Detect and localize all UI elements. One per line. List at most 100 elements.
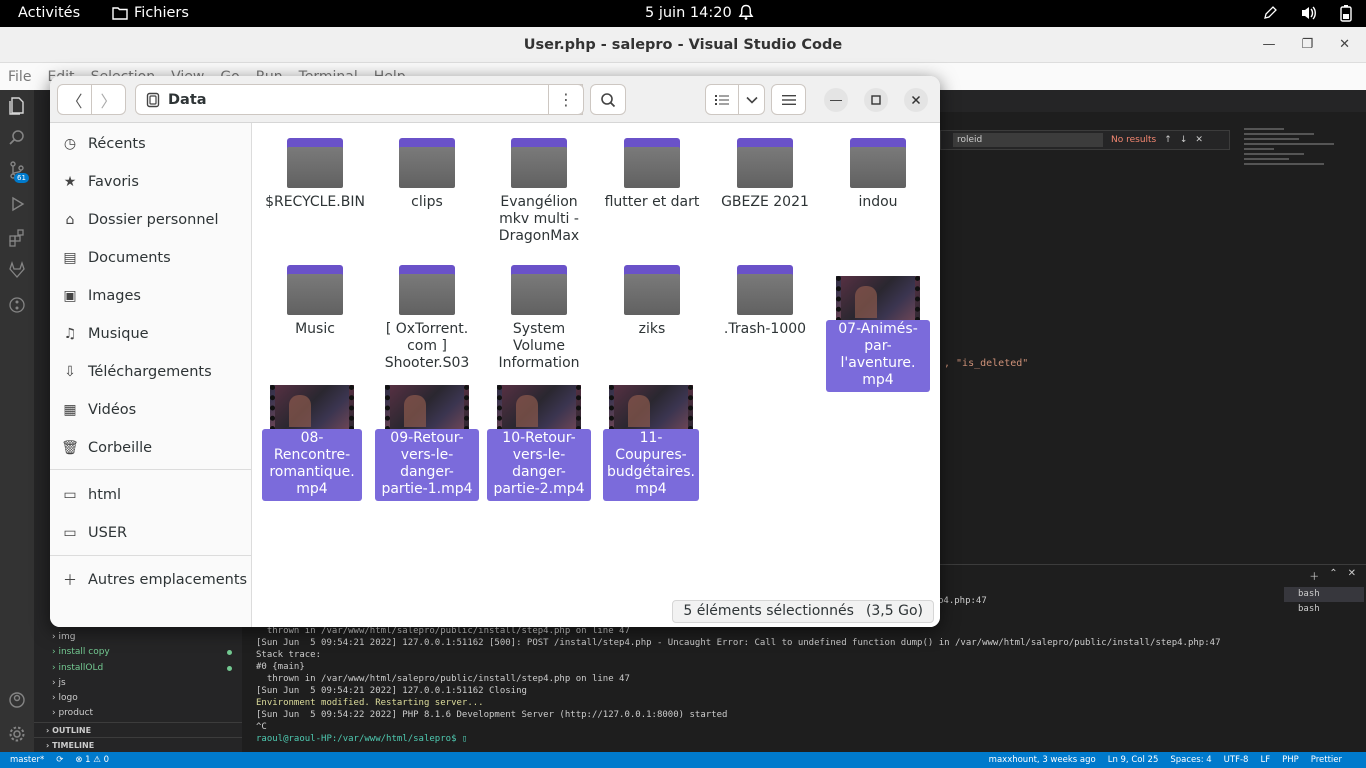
- language-mode[interactable]: PHP: [1282, 752, 1299, 768]
- branch-indicator[interactable]: master*: [10, 752, 44, 768]
- problems-indicator[interactable]: ⊗ 1 ⚠ 0: [75, 752, 109, 768]
- minimap[interactable]: [1244, 128, 1354, 198]
- search-button[interactable]: [590, 84, 626, 115]
- minimize-icon[interactable]: —: [1262, 27, 1275, 63]
- folder-music[interactable]: Music: [260, 265, 370, 338]
- system-tray[interactable]: [1262, 4, 1352, 22]
- folder-indou[interactable]: indou: [823, 138, 933, 211]
- sidebar-item-images[interactable]: ▣ Images: [62, 279, 248, 313]
- path-bar[interactable]: Data: [135, 84, 583, 115]
- tree-item-img[interactable]: › img: [34, 630, 242, 645]
- close-icon[interactable]: ✕: [1339, 27, 1350, 63]
- sidebar-item-trash[interactable]: 🗑 Corbeille: [61, 431, 248, 465]
- close-icon[interactable]: ✕: [1348, 568, 1356, 583]
- encoding[interactable]: UTF-8: [1224, 752, 1249, 768]
- volume-icon[interactable]: [1300, 5, 1318, 21]
- eol[interactable]: LF: [1260, 752, 1270, 768]
- video-file-09[interactable]: 09-Retour-vers-le-danger-partie-1.mp4: [375, 385, 479, 501]
- minimize-button[interactable]: ―: [824, 88, 848, 112]
- folder-clips[interactable]: clips: [372, 138, 482, 211]
- tree-item-label: img: [58, 632, 76, 642]
- terminal-list: bash bash: [1284, 587, 1364, 617]
- file-name: [ OxTorrent. com ] Shooter.S03: [384, 321, 470, 371]
- folder-trash-1000[interactable]: .Trash-1000: [710, 265, 820, 338]
- tree-item-js[interactable]: › js: [34, 676, 242, 691]
- tree-item-label: installOLd: [58, 662, 104, 673]
- folder-gbeze-2021[interactable]: GBEZE 2021: [710, 138, 820, 211]
- gitlab-icon[interactable]: [7, 260, 27, 280]
- sync-icon[interactable]: ⟳: [56, 752, 63, 768]
- battery-icon[interactable]: [1340, 4, 1352, 22]
- new-terminal-icon[interactable]: ＋: [1309, 568, 1319, 583]
- video-file-07[interactable]: 07-Animés-par-l'aventure. mp4: [826, 276, 930, 392]
- sidebar-item-recent[interactable]: ◷ Récents: [62, 127, 248, 161]
- pen-icon[interactable]: [1262, 5, 1278, 21]
- folder-icon: [399, 138, 455, 188]
- back-button[interactable]: 〈: [57, 84, 92, 115]
- kebab-menu-icon: ⋮: [558, 90, 574, 109]
- maximize-button[interactable]: [864, 88, 888, 112]
- activities-button[interactable]: Activités: [18, 5, 80, 21]
- arrow-down-icon[interactable]: ↓: [1180, 135, 1188, 145]
- bell-icon[interactable]: [738, 4, 754, 25]
- sidebar-item-starred[interactable]: ★ Favoris: [62, 165, 248, 199]
- location-menu-button[interactable]: ⋮: [548, 84, 584, 115]
- extensions-icon[interactable]: [7, 228, 27, 248]
- app-menu[interactable]: Fichiers: [112, 5, 189, 21]
- sidebar-item-other-locations[interactable]: ＋ Autres emplacements: [62, 563, 248, 597]
- git-blame[interactable]: maxxhount, 3 weeks ago: [989, 752, 1096, 768]
- menu-file[interactable]: File: [8, 69, 31, 85]
- run-debug-icon[interactable]: [7, 194, 27, 214]
- settings-gear-icon[interactable]: [7, 724, 27, 744]
- outline-section[interactable]: › OUTLINE: [34, 722, 242, 737]
- terminal-tab[interactable]: bash: [1284, 587, 1364, 602]
- close-icon[interactable]: ✕: [1195, 135, 1203, 145]
- file-grid[interactable]: $RECYCLE.BIN clips Evangélion mkv multi …: [252, 123, 940, 627]
- chevron-up-icon[interactable]: ⌃: [1329, 568, 1337, 583]
- formatter[interactable]: Prettier: [1311, 752, 1342, 768]
- folder-flutter-et-dart[interactable]: flutter et dart: [597, 138, 707, 211]
- clock[interactable]: 5 juin 14:20: [645, 5, 732, 21]
- account-icon[interactable]: [7, 690, 27, 710]
- app-name: Fichiers: [134, 5, 189, 21]
- video-file-10[interactable]: 10-Retour-vers-le-danger-partie-2.mp4: [487, 385, 591, 501]
- view-options-button[interactable]: [738, 84, 765, 115]
- video-file-08[interactable]: 08-Rencontre-romantique. mp4: [262, 385, 362, 501]
- folder-system-volume-information[interactable]: System Volume Information: [484, 265, 594, 372]
- git-graph-icon[interactable]: [7, 295, 27, 315]
- tree-item-logo[interactable]: › logo: [34, 691, 242, 706]
- timeline-label: TIMELINE: [52, 741, 95, 750]
- cursor-position[interactable]: Ln 9, Col 25: [1108, 752, 1159, 768]
- folder-ziks[interactable]: ziks: [597, 265, 707, 338]
- sidebar-item-videos[interactable]: ▦ Vidéos: [62, 393, 248, 427]
- tree-item-install-copy[interactable]: › install copy: [34, 645, 242, 660]
- folder-oxtorrent-shooter[interactable]: [ OxTorrent. com ] Shooter.S03: [372, 265, 482, 372]
- sidebar-item-music[interactable]: ♫ Musique: [62, 317, 248, 351]
- file-tree: › img › install copy › installOLd › js ›…: [34, 630, 242, 722]
- sidebar-item-user[interactable]: ▭ USER: [62, 516, 248, 550]
- vscode-activity-bar: 61: [0, 90, 34, 752]
- indentation[interactable]: Spaces: 4: [1170, 752, 1211, 768]
- arrow-up-icon[interactable]: ↑: [1164, 135, 1172, 145]
- timeline-section[interactable]: › TIMELINE: [34, 737, 242, 752]
- main-menu-button[interactable]: [771, 84, 806, 115]
- restore-icon[interactable]: ❐: [1301, 27, 1313, 63]
- forward-button[interactable]: 〉: [91, 84, 126, 115]
- video-file-11[interactable]: 11-Coupures-budgétaires. mp4: [603, 385, 699, 501]
- document-icon: ▤: [63, 250, 77, 266]
- folder-evangelion[interactable]: Evangélion mkv multi - DragonMax: [484, 138, 594, 245]
- folder-recycle-bin[interactable]: $RECYCLE.BIN: [260, 138, 370, 211]
- sidebar-item-downloads[interactable]: ⇩ Téléchargements: [62, 355, 248, 389]
- tree-item-installold[interactable]: › installOLd: [34, 661, 242, 676]
- find-input[interactable]: roleid: [953, 133, 1103, 147]
- explorer-icon[interactable]: [7, 96, 27, 116]
- sidebar-item-home[interactable]: ⌂ Dossier personnel: [62, 203, 248, 237]
- tree-item-product[interactable]: › product: [34, 706, 242, 721]
- view-list-button[interactable]: [705, 84, 739, 115]
- sidebar-item-documents[interactable]: ▤ Documents: [62, 241, 248, 275]
- sidebar-item-html[interactable]: ▭ html: [62, 478, 248, 512]
- find-widget[interactable]: roleid No results ↑ ↓ ✕: [940, 130, 1230, 150]
- close-button[interactable]: [904, 88, 928, 112]
- terminal-tab[interactable]: bash: [1284, 602, 1364, 617]
- search-icon[interactable]: [7, 128, 27, 148]
